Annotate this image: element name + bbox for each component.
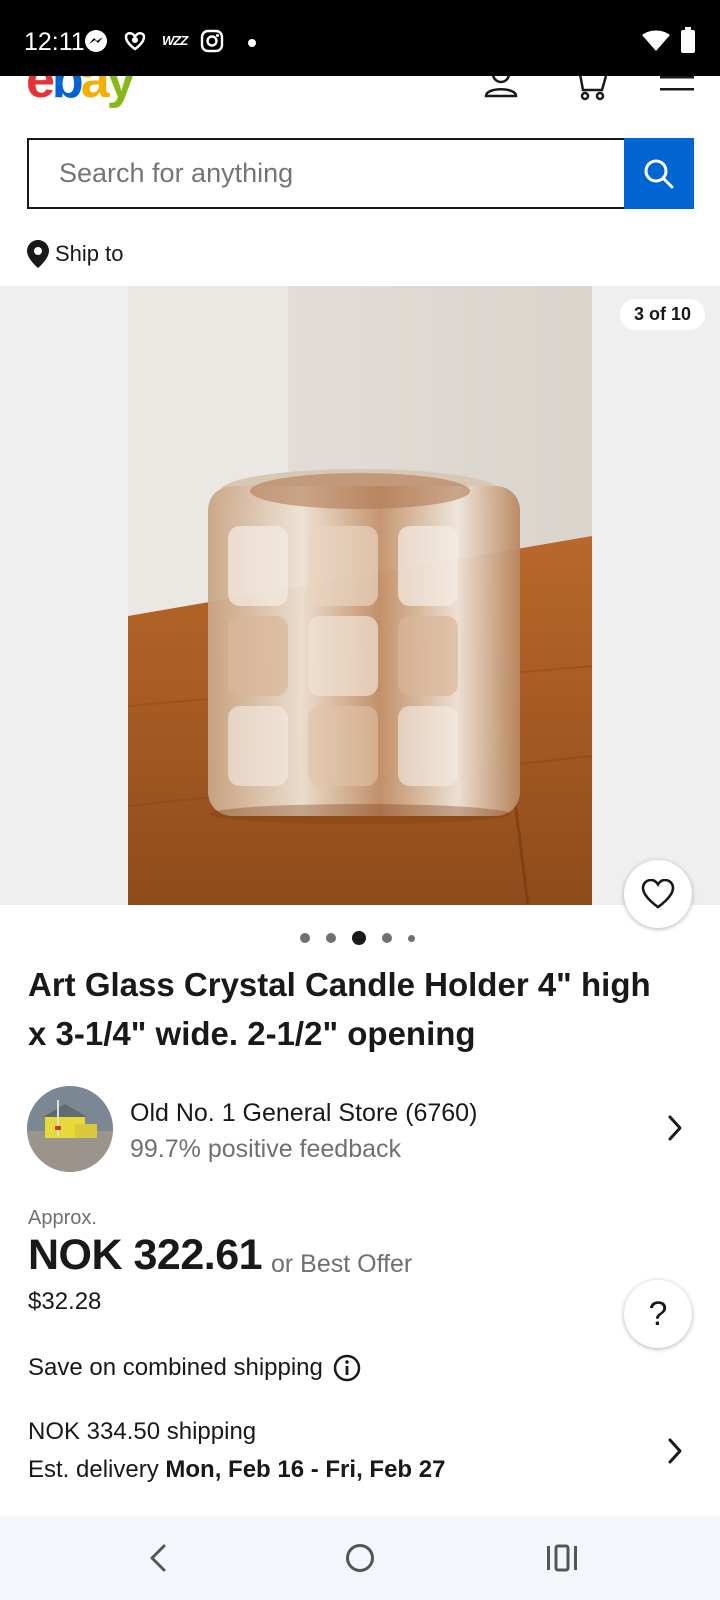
pagination-dot[interactable]	[326, 933, 336, 943]
header: ebay	[0, 76, 720, 126]
question-mark-icon: ?	[648, 1294, 668, 1333]
cart-icon[interactable]	[574, 76, 608, 107]
nav-home-button[interactable]	[310, 1516, 410, 1600]
price-approx-label: Approx.	[28, 1207, 97, 1229]
add-to-watchlist-button[interactable]	[624, 860, 692, 928]
nav-back-button[interactable]	[108, 1516, 208, 1600]
image-gallery[interactable]: 3 of 10	[0, 286, 720, 905]
seller-row[interactable]: Old No. 1 General Store (6760) 99.7% pos…	[27, 1086, 697, 1172]
search-icon	[644, 159, 674, 188]
search-input[interactable]	[29, 140, 625, 207]
instagram-icon	[200, 29, 224, 58]
home-icon	[346, 1544, 374, 1572]
messenger-icon	[84, 29, 108, 58]
combined-shipping[interactable]: Save on combined shipping	[28, 1354, 361, 1382]
image-counter: 3 of 10	[619, 299, 705, 330]
delivery-dates: Mon, Feb 16 - Fri, Feb 27	[165, 1456, 446, 1483]
account-icon[interactable]	[484, 76, 518, 105]
listing-title: Art Glass Crystal Candle Holder 4" high …	[28, 966, 651, 1052]
price-usd: $32.28	[28, 1288, 102, 1315]
pagination-dot[interactable]	[382, 933, 392, 943]
ebay-logo[interactable]: ebay	[26, 76, 136, 106]
menu-icon[interactable]	[660, 76, 694, 99]
help-button[interactable]: ?	[624, 1280, 692, 1348]
seller-name: Old No. 1 General Store (6760)	[130, 1099, 478, 1127]
pagination-dot[interactable]	[300, 933, 310, 943]
combined-shipping-label: Save on combined shipping	[28, 1354, 323, 1381]
wizz-icon: WZZ	[162, 33, 188, 48]
estimated-delivery: Est. delivery Mon, Feb 16 - Fri, Feb 27	[28, 1456, 445, 1484]
seller-avatar	[27, 1086, 113, 1172]
ship-to-label: Ship to	[55, 241, 124, 266]
recents-icon	[547, 1544, 577, 1572]
delivery-prefix: Est. delivery	[28, 1456, 166, 1483]
shipping-cost: NOK 334.50 shipping	[28, 1418, 257, 1445]
shipping-chevron-right-icon[interactable]	[667, 1437, 683, 1470]
seller-feedback: 99.7% positive feedback	[130, 1135, 402, 1163]
gallery-pagination	[300, 931, 431, 945]
search-button[interactable]	[624, 138, 694, 209]
location-pin-icon	[27, 240, 49, 268]
notification-dot-icon	[248, 39, 256, 47]
status-bar: 12:11 WZZ	[0, 0, 720, 76]
product-photo[interactable]	[128, 286, 592, 905]
price-main: NOK 322.61	[28, 1231, 263, 1279]
ship-to-link[interactable]: Ship to	[27, 240, 124, 268]
wifi-icon	[642, 30, 670, 57]
info-icon[interactable]	[333, 1354, 361, 1382]
clover-icon	[122, 29, 148, 58]
battery-icon	[680, 27, 696, 58]
status-time: 12:11	[24, 28, 85, 56]
search-box	[27, 138, 625, 209]
pagination-dot[interactable]	[408, 934, 415, 942]
heart-icon	[641, 879, 675, 909]
chevron-right-icon	[667, 1114, 683, 1147]
nav-recents-button[interactable]	[512, 1516, 612, 1600]
pagination-dot-active[interactable]	[352, 931, 366, 945]
back-icon	[150, 1544, 166, 1572]
system-nav-bar	[0, 1516, 720, 1600]
best-offer-label: or Best Offer	[271, 1250, 413, 1278]
